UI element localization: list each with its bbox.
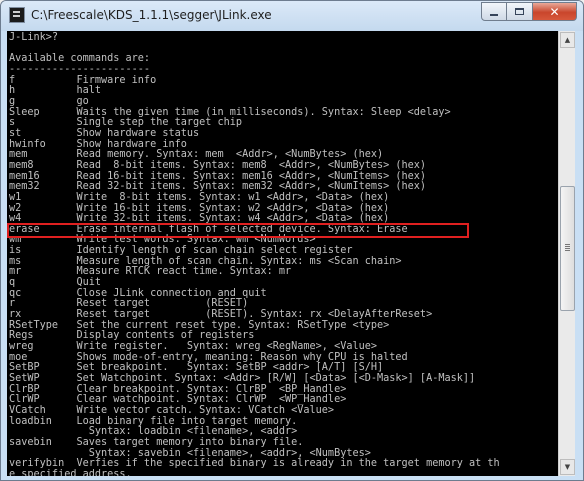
console-line: J-Link>?: [9, 32, 59, 43]
console-line: savebin Saves target memory into binary …: [9, 436, 304, 448]
console-line: st Show hardware status: [9, 127, 200, 139]
scroll-grip-icon: [565, 244, 570, 245]
window-title: C:\Freescale\KDS_1.1.1\segger\JLink.exe: [31, 8, 272, 22]
minimize-icon: [490, 13, 498, 16]
title-bar[interactable]: C:\Freescale\KDS_1.1.1\segger\JLink.exe …: [1, 1, 583, 31]
console-line: mem8 Read 8-bit items. Syntax: mem8 <Add…: [9, 159, 427, 171]
maximize-button[interactable]: [507, 2, 533, 21]
console-line: w1 Write 8-bit items. Syntax: w1 <Addr>,…: [9, 191, 390, 203]
close-icon: ✕: [549, 4, 560, 19]
window-frame-bottom: [1, 476, 583, 480]
scroll-up-arrow-icon: ▲: [564, 36, 571, 44]
close-button[interactable]: ✕: [533, 2, 577, 21]
window-frame-right: [575, 31, 583, 476]
scroll-thumb[interactable]: [560, 186, 575, 311]
scroll-down-arrow-icon: ▼: [564, 463, 571, 471]
minimize-button[interactable]: [481, 2, 507, 21]
console-text: J-Link>? Available commands are: ---------…: [9, 32, 500, 476]
console-window: C:\Freescale\KDS_1.1.1\segger\JLink.exe …: [0, 0, 584, 481]
vertical-scrollbar[interactable]: ▲ ▼: [558, 31, 575, 476]
console-app-icon[interactable]: [9, 7, 25, 23]
scroll-down-button[interactable]: ▼: [560, 459, 575, 475]
scroll-up-button[interactable]: ▲: [560, 32, 575, 48]
console-line: g go: [9, 95, 89, 107]
erase-command-highlight: [7, 223, 469, 238]
console-output[interactable]: J-Link>? Available commands are: ---------…: [7, 31, 558, 476]
caption-buttons: ✕: [481, 2, 577, 22]
maximize-icon: [515, 8, 524, 15]
